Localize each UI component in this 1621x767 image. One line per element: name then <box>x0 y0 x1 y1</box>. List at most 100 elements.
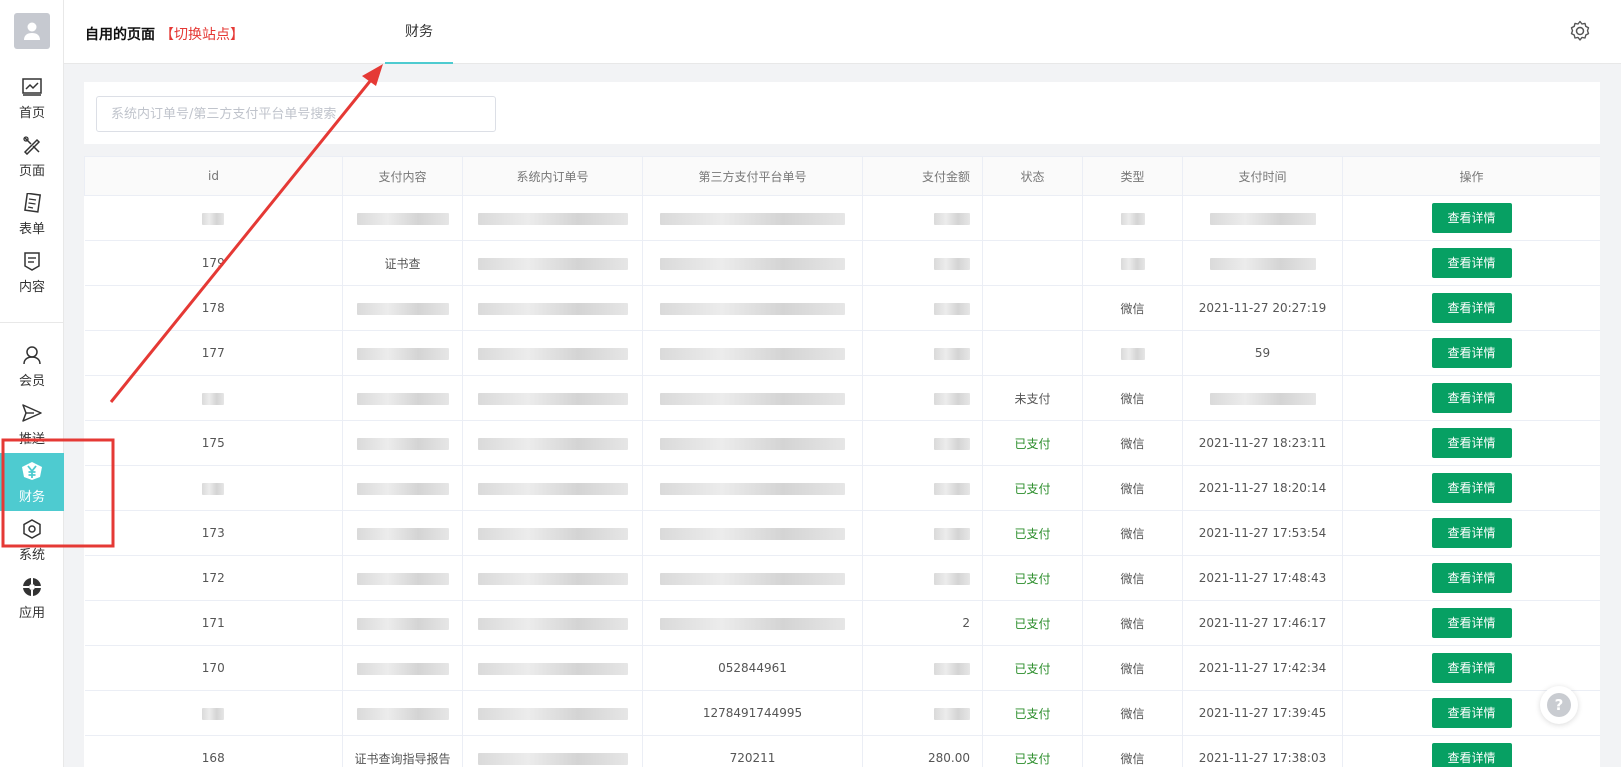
cell-actions: 查看详情 <box>1342 330 1600 376</box>
view-details-button[interactable]: 查看详情 <box>1431 203 1512 233</box>
cell-amount <box>862 420 983 466</box>
cell-type: 微信 <box>1082 690 1183 736</box>
cell-order <box>462 375 643 421</box>
order-search-input[interactable] <box>96 96 496 132</box>
view-details-button[interactable]: 查看详情 <box>1431 698 1512 728</box>
redacted-value <box>356 302 449 315</box>
sidebar-divider <box>0 322 64 323</box>
sidebar-item-home[interactable]: 首页 <box>0 69 64 127</box>
redacted-value <box>356 212 449 225</box>
cell-third-text: 1278491744995 <box>702 706 803 720</box>
cell-content <box>342 555 463 601</box>
cell-order <box>462 735 643 767</box>
cell-time-text: 2021-11-27 18:23:11 <box>1198 436 1327 450</box>
cell-order <box>462 420 643 466</box>
redacted-value <box>477 257 628 270</box>
redacted-value <box>477 437 628 450</box>
cell-type-text: 微信 <box>1120 391 1145 406</box>
redacted-value <box>660 617 845 630</box>
cell-status-text: 已支付 <box>1014 661 1051 676</box>
cell-id <box>84 465 343 511</box>
user-avatar-icon <box>24 22 40 40</box>
cell-order <box>462 240 643 286</box>
view-details-button[interactable]: 查看详情 <box>1431 383 1512 413</box>
redacted-value <box>477 482 628 495</box>
view-details-button[interactable]: 查看详情 <box>1431 743 1512 767</box>
cell-third-text: 720211 <box>729 751 776 765</box>
cell-status-text: 已支付 <box>1014 706 1051 721</box>
sidebar-item-label: 系统 <box>18 547 45 563</box>
redacted-value <box>356 707 449 720</box>
sidebar-item-label: 表单 <box>18 221 45 237</box>
cell-type: 微信 <box>1082 375 1183 421</box>
cell-id: 170 <box>84 645 343 691</box>
redacted-value <box>660 437 845 450</box>
view-details-button[interactable]: 查看详情 <box>1431 653 1512 683</box>
redacted-value <box>660 527 845 540</box>
sidebar-item-push[interactable]: 推送 <box>0 395 64 453</box>
cell-actions: 查看详情 <box>1342 375 1600 421</box>
avatar[interactable] <box>14 13 50 49</box>
table-row: 178 微信 2021-11-27 20:27:19 查看详情 <box>84 285 1600 331</box>
cell-id-text: 170 <box>201 661 225 675</box>
cell-status-text: 已支付 <box>1014 526 1051 541</box>
column-header-status: 状态 <box>982 156 1083 196</box>
sidebar-item-members[interactable]: 会员 <box>0 337 64 395</box>
cell-amount <box>862 285 983 331</box>
sidebar-item-content[interactable]: 内容 <box>0 243 64 301</box>
cell-id-text: 172 <box>201 571 225 585</box>
table-row: 179 证书查 查看详情 <box>84 240 1600 286</box>
redacted-value <box>934 347 970 360</box>
cell-time: 2021-11-27 17:39:45 <box>1182 690 1343 736</box>
cell-content <box>342 195 463 241</box>
cell-third <box>642 195 863 241</box>
cell-time: 2021-11-27 18:20:14 <box>1182 465 1343 511</box>
view-details-button[interactable]: 查看详情 <box>1431 338 1512 368</box>
sidebar-item-apps[interactable]: 应用 <box>0 569 64 627</box>
sidebar-item-forms[interactable]: 表单 <box>0 185 64 243</box>
cell-type-text: 微信 <box>1120 481 1145 496</box>
switch-site-link[interactable]: 【切换站点】 <box>160 24 244 44</box>
view-details-button[interactable]: 查看详情 <box>1431 428 1512 458</box>
cell-third <box>642 420 863 466</box>
cell-status: 已支付 <box>982 600 1083 646</box>
sidebar-item-system[interactable]: 系统 <box>0 511 64 569</box>
cell-time: 2021-11-27 17:38:03 <box>1182 735 1343 767</box>
cell-type: 微信 <box>1082 600 1183 646</box>
view-details-button[interactable]: 查看详情 <box>1431 563 1512 593</box>
redacted-value <box>477 752 628 765</box>
tab-finance[interactable]: 财务 <box>385 0 453 64</box>
sidebar-item-finance[interactable]: 财务 <box>0 453 64 511</box>
cell-type <box>1082 240 1183 286</box>
search-panel <box>84 82 1600 144</box>
cell-type-text: 微信 <box>1120 526 1145 541</box>
cell-time-text: 2021-11-27 17:38:03 <box>1198 751 1327 765</box>
table-row: 172 已支付 微信 2021-11-27 17:48:43 查看详情 <box>84 555 1600 601</box>
column-header-amount: 支付金额 <box>862 156 983 196</box>
cell-time: 2021-11-27 18:23:11 <box>1182 420 1343 466</box>
view-details-button[interactable]: 查看详情 <box>1431 293 1512 323</box>
cell-third <box>642 330 863 376</box>
cell-id: 177 <box>84 330 343 376</box>
cell-content <box>342 600 463 646</box>
view-details-button[interactable]: 查看详情 <box>1431 518 1512 548</box>
cell-time: 2021-11-27 17:53:54 <box>1182 510 1343 556</box>
gear-icon[interactable] <box>1569 20 1591 42</box>
view-details-button[interactable]: 查看详情 <box>1431 608 1512 638</box>
sidebar-item-label: 财务 <box>18 489 45 505</box>
cell-amount <box>862 240 983 286</box>
cell-id: 178 <box>84 285 343 331</box>
view-details-button[interactable]: 查看详情 <box>1431 248 1512 278</box>
view-details-button[interactable]: 查看详情 <box>1431 473 1512 503</box>
chart-icon <box>20 76 44 98</box>
cell-id: 171 <box>84 600 343 646</box>
cell-type: 微信 <box>1082 465 1183 511</box>
cell-status <box>982 195 1083 241</box>
cell-id-text: 173 <box>201 526 225 540</box>
redacted-value <box>477 527 628 540</box>
sidebar-item-pages[interactable]: 页面 <box>0 127 64 185</box>
help-button[interactable]: ? <box>1540 686 1578 724</box>
cell-amount-text: 280.00 <box>928 751 970 765</box>
redacted-value <box>660 257 845 270</box>
cell-third-text: 052844961 <box>718 661 787 675</box>
